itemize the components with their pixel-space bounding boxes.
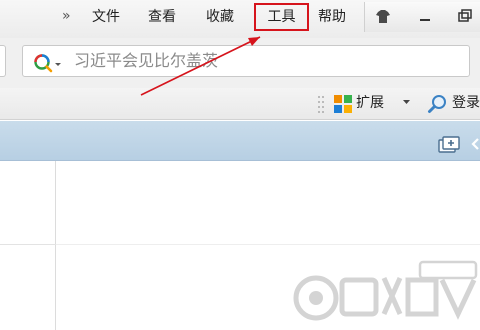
browser-window: » 文件 查看 收藏 工具 帮助 习近平会见比尔盖茨 扩展 登录 [0, 0, 480, 330]
extensions-button[interactable]: 扩展 [356, 95, 384, 111]
minimize-button[interactable] [411, 5, 439, 29]
menu-item-view[interactable]: 查看 [148, 8, 176, 26]
tshirt-icon [376, 10, 390, 23]
menu-item-file[interactable]: 文件 [92, 8, 120, 26]
minimize-icon [420, 19, 430, 21]
content-divider [56, 244, 480, 245]
new-tab-icon[interactable] [436, 135, 464, 155]
extensions-grid-icon[interactable] [333, 94, 353, 114]
sidebar-panel [0, 161, 56, 330]
sidebar-divider [0, 244, 56, 245]
menu-item-tools[interactable]: 工具 [254, 3, 309, 31]
menu-item-help[interactable]: 帮助 [318, 8, 346, 26]
login-button[interactable]: 登录 [452, 95, 480, 111]
toolbar-grip-icon [318, 96, 324, 113]
tab-strip [0, 121, 480, 161]
menu-overflow-chevron[interactable]: » [62, 8, 71, 24]
search-icon[interactable] [32, 51, 66, 73]
window-controls [364, 2, 480, 32]
restore-button[interactable] [449, 5, 477, 29]
watermark-logo [293, 260, 478, 321]
tab-scroll-left-icon[interactable] [470, 137, 480, 151]
login-magnifier-icon[interactable] [427, 93, 449, 115]
restore-icon [458, 9, 472, 22]
search-input[interactable]: 习近平会见比尔盖茨 [74, 52, 218, 70]
chevron-down-icon[interactable] [402, 99, 411, 106]
back-button-edge[interactable] [0, 45, 6, 77]
menu-item-favorites[interactable]: 收藏 [206, 8, 234, 26]
skin-button[interactable] [369, 5, 397, 29]
